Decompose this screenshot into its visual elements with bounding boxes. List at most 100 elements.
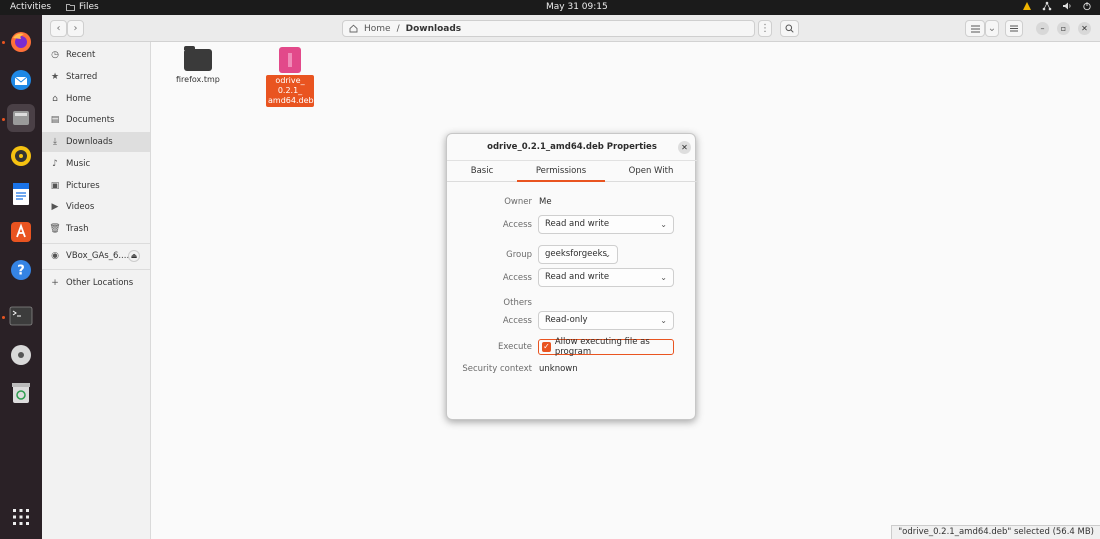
file-item[interactable]: firefox.tmp bbox=[176, 46, 220, 84]
owner-access-value: Read and write bbox=[545, 219, 610, 229]
music-icon: ♪ bbox=[52, 159, 58, 169]
checkmark-icon: ✓ bbox=[542, 342, 551, 352]
path-menu-button[interactable]: ⋮ bbox=[758, 20, 772, 37]
execute-label: Execute bbox=[498, 342, 532, 352]
tab-permissions[interactable]: Permissions bbox=[517, 161, 605, 182]
close-button[interactable]: ✕ bbox=[1078, 22, 1091, 35]
file-name-line: 0.2.1_ bbox=[277, 86, 303, 95]
file-name-line: odrive_ bbox=[275, 76, 305, 85]
minimize-icon: – bbox=[1040, 24, 1045, 33]
trash-icon[interactable] bbox=[7, 379, 35, 407]
dialog-close-button[interactable]: ✕ bbox=[678, 141, 691, 154]
sidebar-item-trash[interactable]: 🗑 Trash bbox=[42, 219, 150, 239]
top-bar: Activities Files May 31 09:15 bbox=[0, 0, 1100, 15]
writer-icon[interactable] bbox=[7, 180, 35, 208]
chevron-right-icon: › bbox=[73, 23, 78, 34]
group-access-value: Read and write bbox=[545, 272, 610, 282]
chevron-left-icon: ‹ bbox=[56, 23, 61, 34]
security-context-value: unknown bbox=[539, 364, 578, 374]
close-icon: ✕ bbox=[1081, 24, 1088, 33]
sidebar-divider bbox=[42, 243, 150, 244]
security-context-label: Security context bbox=[462, 364, 532, 374]
firefox-icon[interactable] bbox=[7, 28, 35, 56]
activities-button[interactable]: Activities bbox=[10, 2, 51, 12]
sidebar-item-recent[interactable]: ◷ Recent bbox=[42, 45, 150, 65]
view-options-button[interactable]: ⌄ bbox=[985, 20, 999, 37]
clock[interactable]: May 31 09:15 bbox=[546, 2, 608, 12]
owner-label: Owner bbox=[504, 197, 532, 207]
terminal-icon[interactable] bbox=[7, 302, 35, 330]
execute-checkbox[interactable]: ✓ Allow executing file as program bbox=[538, 337, 674, 357]
running-indicator bbox=[2, 118, 5, 121]
owner-access-dropdown[interactable]: Read and write ⌄ bbox=[538, 215, 674, 234]
folder-icon bbox=[66, 4, 75, 11]
group-value: geeksforgeeks bbox=[545, 249, 607, 259]
path-bar[interactable]: Home / Downloads bbox=[342, 20, 755, 37]
sidebar-item-music[interactable]: ♪ Music bbox=[42, 154, 150, 174]
file-name: odrive_ 0.2.1_ amd64.deb bbox=[266, 75, 314, 107]
update-icon bbox=[1023, 2, 1031, 10]
others-access-value: Read-only bbox=[545, 315, 588, 325]
group-dropdown[interactable]: geeksforgeeks ⌄ bbox=[538, 245, 618, 264]
sidebar-item-vbox[interactable]: ◉ VBox_GAs_6.... ⏏ bbox=[42, 246, 150, 266]
document-icon: ▤ bbox=[50, 115, 60, 125]
minimize-button[interactable]: – bbox=[1036, 22, 1049, 35]
search-button[interactable] bbox=[780, 20, 799, 37]
group-access-dropdown[interactable]: Read and write ⌄ bbox=[538, 268, 674, 287]
forward-button[interactable]: › bbox=[67, 20, 84, 37]
files-icon[interactable] bbox=[7, 104, 35, 132]
others-access-label: Access bbox=[502, 316, 532, 326]
properties-dialog: odrive_0.2.1_amd64.deb Properties ✕ Basi… bbox=[446, 133, 697, 420]
others-label: Others bbox=[503, 298, 532, 308]
app-menu[interactable]: Files bbox=[66, 2, 99, 12]
plus-icon: + bbox=[51, 278, 59, 288]
grid-icon[interactable] bbox=[7, 503, 35, 531]
dialog-title: odrive_0.2.1_amd64.deb Properties bbox=[447, 134, 697, 161]
running-indicator bbox=[2, 316, 5, 319]
folder-icon bbox=[183, 46, 212, 71]
clock-icon: ◷ bbox=[51, 50, 59, 60]
view-list-button[interactable] bbox=[965, 20, 985, 37]
sidebar-item-home[interactable]: ⌂ Home bbox=[42, 89, 150, 109]
main-menu-button[interactable] bbox=[1005, 20, 1023, 37]
sidebar-item-label: Downloads bbox=[66, 137, 113, 147]
breadcrumb-current[interactable]: Downloads bbox=[406, 24, 462, 34]
sidebar-item-other-locations[interactable]: + Other Locations bbox=[42, 273, 150, 293]
more-icon: ⋮ bbox=[760, 23, 770, 34]
disc-icon[interactable] bbox=[7, 341, 35, 369]
sidebar-item-starred[interactable]: ★ Starred bbox=[42, 67, 150, 87]
sidebar-item-documents[interactable]: ▤ Documents bbox=[42, 110, 150, 130]
sidebar: ◷ Recent ★ Starred ⌂ Home ▤ Documents ⤓ Downl… bbox=[42, 42, 151, 539]
maximize-icon: ▫ bbox=[1060, 24, 1067, 33]
breadcrumb-home[interactable]: Home bbox=[364, 24, 391, 34]
others-access-dropdown[interactable]: Read-only ⌄ bbox=[538, 311, 674, 330]
software-icon[interactable] bbox=[7, 218, 35, 246]
chevron-down-icon: ⌄ bbox=[660, 273, 667, 282]
sidebar-item-label: Recent bbox=[66, 50, 96, 60]
help-icon[interactable]: ? bbox=[7, 256, 35, 284]
sidebar-item-label: Trash bbox=[66, 224, 89, 234]
chevron-down-icon: ⌄ bbox=[604, 250, 611, 259]
breadcrumb-separator: / bbox=[396, 23, 400, 34]
picture-icon: ▣ bbox=[50, 181, 60, 191]
file-item-selected[interactable]: odrive_ 0.2.1_ amd64.deb bbox=[266, 47, 314, 107]
sidebar-item-label: VBox_GAs_6.... bbox=[66, 251, 130, 261]
maximize-button[interactable]: ▫ bbox=[1057, 22, 1070, 35]
video-icon: ▶ bbox=[51, 202, 59, 212]
owner-value: Me bbox=[539, 197, 552, 207]
close-icon: ✕ bbox=[681, 143, 688, 152]
back-button[interactable]: ‹ bbox=[50, 20, 67, 37]
sidebar-item-videos[interactable]: ▶ Videos bbox=[42, 197, 150, 217]
sidebar-item-pictures[interactable]: ▣ Pictures bbox=[42, 176, 150, 196]
thunderbird-icon[interactable] bbox=[7, 66, 35, 94]
sidebar-item-label: Home bbox=[66, 94, 92, 104]
sidebar-item-downloads[interactable]: ⤓ Downloads bbox=[42, 132, 150, 152]
tab-bar: Basic Permissions Open With bbox=[447, 161, 697, 182]
tab-open-with[interactable]: Open With bbox=[605, 161, 697, 182]
rhythmbox-icon[interactable] bbox=[7, 142, 35, 170]
sidebar-item-label: Documents bbox=[66, 115, 115, 125]
system-tray[interactable] bbox=[1022, 1, 1092, 11]
download-icon: ⤓ bbox=[53, 137, 57, 147]
tab-basic[interactable]: Basic bbox=[447, 161, 517, 182]
eject-icon[interactable]: ⏏ bbox=[128, 250, 140, 262]
